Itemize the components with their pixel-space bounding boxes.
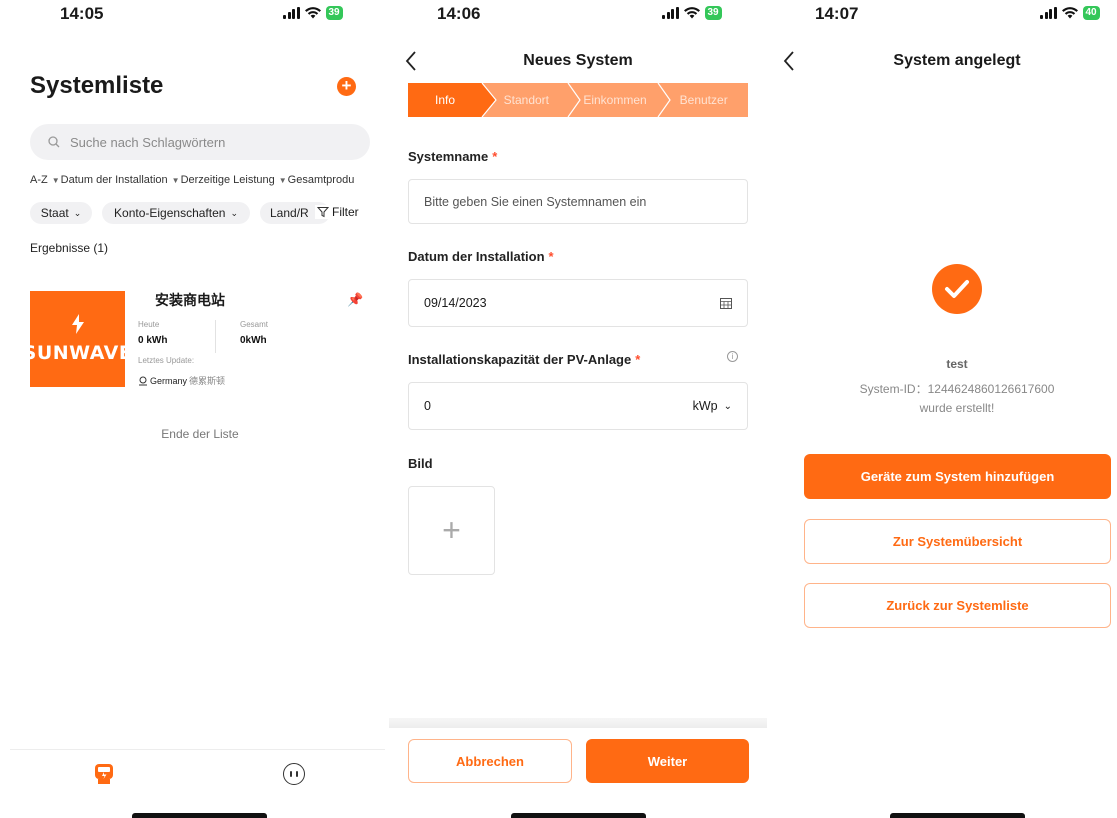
home-indicator bbox=[890, 813, 1025, 818]
status-icons: 39 bbox=[662, 6, 722, 20]
home-indicator bbox=[132, 813, 267, 818]
results-count: Ergebnisse (1) bbox=[30, 241, 109, 255]
install-date-label: Datum der Installation * bbox=[408, 249, 554, 264]
signal-icon bbox=[283, 7, 300, 19]
chevron-down-icon: ⌄ bbox=[230, 207, 238, 218]
calendar-icon[interactable] bbox=[720, 297, 732, 309]
filter-icon bbox=[317, 207, 329, 218]
home-indicator bbox=[511, 813, 646, 818]
step-arrows bbox=[481, 83, 671, 117]
plus-icon: + bbox=[442, 512, 461, 548]
total-value: 0kWh bbox=[240, 335, 267, 346]
page-title: System angelegt bbox=[893, 52, 1021, 69]
sort-current-power[interactable]: ▼Derzeitige Leistung bbox=[172, 174, 275, 186]
system-name-label: Systemname * bbox=[408, 149, 498, 164]
sort-az[interactable]: A-Z bbox=[30, 174, 48, 186]
status-icons: 40 bbox=[1040, 6, 1100, 20]
search-input[interactable]: Suche nach Schlagwörtern bbox=[30, 124, 370, 160]
end-of-list: Ende der Liste bbox=[161, 427, 239, 441]
system-list-screen: 14:05 39 Systemliste + Suche nach Schlag… bbox=[0, 0, 389, 818]
search-icon bbox=[48, 136, 60, 148]
filter-chip-state[interactable]: Staat ⌄ bbox=[30, 202, 92, 224]
image-upload[interactable]: + bbox=[408, 486, 495, 575]
system-created-screen: 14:07 40 System angelegt test System-ID：… bbox=[778, 0, 1117, 818]
unit-select[interactable]: kWp ⌄ bbox=[693, 399, 732, 413]
back-to-list-button[interactable]: Zurück zur Systemliste bbox=[804, 583, 1111, 628]
new-system-screen: 14:06 39 Neues System Info Standort Eink… bbox=[389, 0, 778, 818]
next-button[interactable]: Weiter bbox=[586, 739, 749, 783]
filter-chip-account[interactable]: Konto-Eigenschaften ⌄ bbox=[102, 202, 250, 224]
search-placeholder: Suche nach Schlagwörtern bbox=[70, 134, 226, 150]
divider bbox=[215, 320, 216, 353]
chevron-down-icon: ⌄ bbox=[73, 207, 82, 218]
signal-icon bbox=[1040, 7, 1057, 19]
page-title: Neues System bbox=[523, 52, 633, 69]
tabbar-divider bbox=[10, 749, 385, 750]
system-id: System-ID：1244624860126617600 bbox=[859, 382, 1055, 396]
cancel-button[interactable]: Abbrechen bbox=[408, 739, 572, 783]
status-time: 14:06 bbox=[437, 4, 481, 23]
sort-install-date[interactable]: ▼Datum der Installation bbox=[52, 174, 168, 186]
service-tab-icon[interactable] bbox=[283, 763, 305, 785]
sort-arrow-icon: ▼ bbox=[171, 176, 180, 185]
chevron-down-icon: ⌄ bbox=[723, 400, 732, 412]
capacity-label: Installationskapazität der PV-Anlage * bbox=[408, 352, 641, 367]
status-icons: 39 bbox=[283, 6, 343, 20]
location-icon bbox=[139, 376, 147, 385]
system-overview-button[interactable]: Zur Systemübersicht bbox=[804, 519, 1111, 564]
success-check-icon bbox=[932, 264, 982, 314]
plant-location: Germany 德累斯顿 bbox=[138, 374, 225, 387]
pin-icon[interactable]: 📌 bbox=[347, 292, 363, 308]
today-value: 0 kWh bbox=[138, 335, 168, 346]
sort-arrow-icon: ▼ bbox=[51, 176, 60, 185]
battery-icon: 39 bbox=[325, 6, 343, 20]
sort-bar: A-Z ▼Datum der Installation ▼Derzeitige … bbox=[30, 174, 354, 186]
plant-name[interactable]: 安装商电站 bbox=[155, 290, 225, 310]
created-message: wurde erstellt! bbox=[919, 401, 995, 415]
system-name: test bbox=[946, 357, 968, 371]
add-system-button[interactable]: + bbox=[337, 77, 356, 96]
wifi-icon bbox=[683, 7, 700, 19]
filter-button[interactable]: Filter bbox=[315, 205, 359, 219]
sort-total-production[interactable]: ▼Gesamtprodu bbox=[279, 174, 355, 186]
add-devices-button[interactable]: Geräte zum System hinzufügen bbox=[804, 454, 1111, 499]
info-icon[interactable]: i bbox=[727, 351, 738, 362]
total-label: Gesamt bbox=[240, 320, 269, 329]
signal-icon bbox=[662, 7, 679, 19]
wifi-icon bbox=[304, 7, 321, 19]
capacity-field[interactable]: 0 kWp ⌄ bbox=[408, 382, 748, 430]
plant-tab-icon[interactable] bbox=[94, 763, 114, 785]
battery-icon: 40 bbox=[1082, 6, 1100, 20]
bolt-icon bbox=[71, 314, 84, 334]
footer-shadow bbox=[389, 718, 767, 728]
sort-arrow-icon: ▼ bbox=[278, 176, 287, 185]
system-name-field[interactable]: Bitte geben Sie einen Systemnamen ein bbox=[408, 179, 748, 224]
status-time: 14:05 bbox=[60, 4, 104, 23]
status-time: 14:07 bbox=[815, 4, 859, 23]
image-label: Bild bbox=[408, 456, 433, 471]
last-update-label: Letztes Update: bbox=[138, 356, 195, 365]
battery-icon: 39 bbox=[704, 6, 722, 20]
install-date-field[interactable]: 09/14/2023 bbox=[408, 279, 748, 327]
page-title: Systemliste bbox=[30, 72, 164, 99]
today-label: Heute bbox=[138, 320, 160, 329]
plant-logo[interactable]: SUNWAVE bbox=[23, 291, 132, 387]
wifi-icon bbox=[1061, 7, 1078, 19]
